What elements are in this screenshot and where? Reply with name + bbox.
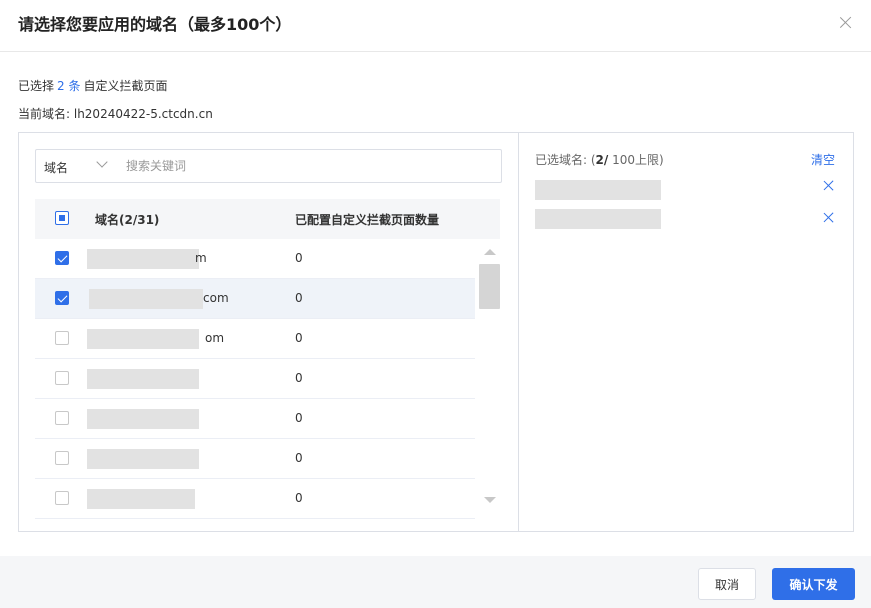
selected-count: 2 条 [57, 79, 81, 93]
table-row[interactable]: om 0 [35, 319, 475, 359]
redacted-domain [89, 289, 203, 309]
page-count: 0 [295, 451, 303, 465]
selected-label-prefix: 已选域名: ( [535, 153, 596, 167]
header-domain: 域名(2/31) [95, 213, 160, 227]
redacted-domain [87, 369, 199, 389]
table-row[interactable]: 0 [35, 399, 475, 439]
row-checkbox[interactable] [55, 371, 69, 385]
scroll-up-arrow-icon[interactable] [484, 249, 496, 255]
domain-name: com [203, 291, 229, 305]
select-all-checkbox[interactable] [55, 211, 69, 225]
search-bar: 域名 [35, 149, 502, 183]
row-checkbox[interactable] [55, 491, 69, 505]
clear-button[interactable]: 清空 [811, 151, 835, 168]
header-page-count: 已配置自定义拦截页面数量 [295, 213, 440, 227]
cancel-button[interactable]: 取消 [698, 568, 756, 600]
selection-summary: 已选择 2 条自定义拦截页面 [18, 77, 167, 94]
close-icon[interactable] [835, 12, 857, 34]
search-type-select[interactable]: 域名 [44, 159, 68, 176]
current-domain: 当前域名: lh20240422-5.ctcdn.cn [18, 107, 213, 121]
table-header: 域名(2/31) 已配置自定义拦截页面数量 [35, 199, 500, 239]
scroll-down-arrow-icon[interactable] [484, 497, 496, 503]
row-checkbox[interactable] [55, 331, 69, 345]
scrollbar-thumb[interactable] [479, 264, 500, 309]
page-count: 0 [295, 371, 303, 385]
redacted-domain [87, 489, 195, 509]
table-row[interactable]: 0 [35, 359, 475, 399]
chevron-down-icon[interactable] [96, 156, 108, 168]
row-checkbox[interactable] [55, 411, 69, 425]
summary-prefix: 已选择 [18, 79, 55, 93]
remove-icon[interactable] [822, 211, 836, 225]
selected-domain-item [535, 209, 661, 229]
redacted-domain [87, 409, 199, 429]
domain-name: m [195, 251, 207, 265]
redacted-domain [87, 329, 199, 349]
row-checkbox[interactable] [55, 251, 69, 265]
redacted-domain [87, 249, 199, 269]
confirm-button[interactable]: 确认下发 [772, 568, 855, 600]
selected-domains-label: 已选域名: (2/ 100上限) [535, 151, 664, 168]
selected-label-count: 2/ [595, 153, 609, 167]
page-count: 0 [295, 291, 303, 305]
redacted-domain [87, 449, 199, 469]
search-input[interactable] [126, 156, 486, 176]
domain-name: om [205, 331, 225, 345]
selected-label-suffix: 100上限) [608, 153, 664, 167]
dialog-title: 请选择您要应用的域名（最多100个） [18, 15, 292, 34]
remove-icon[interactable] [822, 179, 836, 193]
table-row[interactable]: 0 [35, 439, 475, 479]
table-row[interactable]: m 0 [35, 239, 475, 279]
row-checkbox[interactable] [55, 451, 69, 465]
row-checkbox[interactable] [55, 291, 69, 305]
dialog-header: 请选择您要应用的域名（最多100个） [0, 0, 871, 52]
table-row[interactable]: com 0 [35, 279, 475, 319]
panel-divider [518, 133, 519, 531]
table-row[interactable]: 0 [35, 479, 475, 519]
summary-suffix: 自定义拦截页面 [83, 79, 168, 93]
page-count: 0 [295, 491, 303, 505]
page-count: 0 [295, 331, 303, 345]
selected-domain-item [535, 180, 661, 200]
page-count: 0 [295, 411, 303, 425]
page-count: 0 [295, 251, 303, 265]
